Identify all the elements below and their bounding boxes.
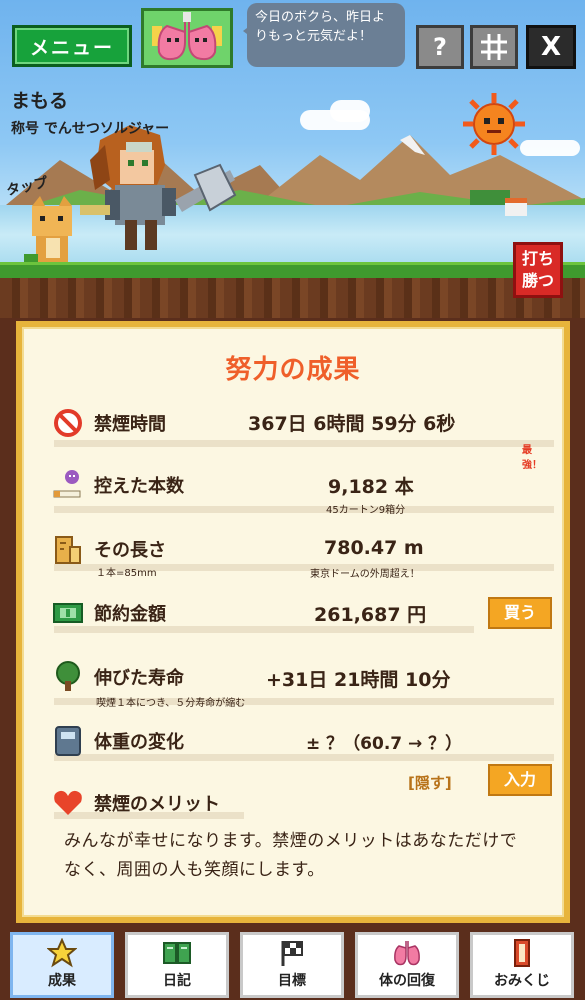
panel-inner: 努力の成果 禁煙時間 367日 6時間 59分 6秒 最強！ 控えた本数 9,1…: [22, 327, 564, 917]
nav-diary[interactable]: 日記: [125, 932, 229, 998]
carton-note: 45カートン9箱分: [326, 505, 406, 516]
sun-character: [463, 93, 525, 155]
row-label: 節約金額: [94, 604, 166, 625]
help-button[interactable]: ?: [416, 25, 464, 69]
quit-time-value: 367日 6時間 59分 6秒: [248, 413, 456, 435]
player-name: まもる: [11, 90, 69, 112]
lungs-icon: [152, 12, 222, 61]
share-x-button[interactable]: X: [526, 25, 576, 69]
nav-label: 日記: [163, 973, 191, 989]
nav-omikuji[interactable]: おみくじ: [470, 932, 574, 998]
bottom-nav: 成果 日記 目標 体の回復 おみくじ: [0, 927, 585, 1000]
fight-button[interactable]: 打ち勝つ: [513, 242, 563, 298]
achievement-panel: 努力の成果 禁煙時間 367日 6時間 59分 6秒 最強！ 控えた本数 9,1…: [13, 318, 573, 926]
menu-button[interactable]: メニュー: [12, 25, 132, 67]
row-length: その長さ １本=85mm 780.47 m 東京ドームの外周超え！: [52, 533, 554, 580]
per-cigarette-length: １本=85mm: [96, 568, 157, 579]
row-underline: [54, 626, 474, 633]
tree-icon: [56, 661, 80, 691]
nav-label: 成果: [48, 973, 76, 989]
row-underline: [54, 754, 554, 761]
row-underline: [54, 506, 554, 513]
buy-button[interactable]: 買う: [488, 597, 552, 629]
speech-bubble: 今日のボクら、昨日よりもっと元気だよ！: [243, 3, 405, 67]
row-label: 禁煙時間: [94, 414, 166, 435]
row-cigarettes-avoided: 控えた本数 9,182 本 45カートン9箱分: [52, 469, 554, 516]
row-label: 禁煙のメリット: [94, 794, 220, 815]
flag-icon: [281, 941, 303, 966]
dirt-strip: [0, 278, 585, 318]
length-value: 780.47 m: [324, 537, 424, 559]
merit-text: みんなが幸せになります。禁煙のメリットはあなただけでなく、周囲の人も笑顔にします…: [64, 831, 518, 880]
row-money-saved: 節約金額 261,687 円 買う: [52, 597, 552, 633]
nav-label: 目標: [278, 973, 306, 989]
lungs-mascot-button[interactable]: [141, 8, 233, 68]
row-label: 体重の変化: [94, 732, 184, 753]
money-icon: [53, 603, 83, 623]
row-quit-time: 禁煙時間 367日 6時間 59分 6秒 最強！: [52, 407, 554, 471]
row-label: その長さ: [94, 540, 166, 561]
money-saved-value: 261,687 円: [314, 604, 427, 626]
lungs-icon: [394, 941, 420, 966]
grid-icon: [481, 34, 507, 60]
cigarette-skull-icon: [53, 470, 81, 498]
row-weight-change: 体重の変化 ± ？（60.7 → ？）: [52, 725, 554, 761]
nav-label: 体の回復: [379, 973, 435, 989]
hero-character: [80, 125, 237, 250]
row-label: 伸びた寿命: [94, 668, 184, 689]
row-label: 控えた本数: [94, 476, 184, 497]
tokyo-dome-note: 東京ドームの外周超え！: [310, 569, 420, 580]
omikuji-icon: [514, 939, 530, 967]
strongest-note: 最強！: [522, 445, 542, 471]
row-underline: [54, 440, 554, 447]
nav-achievements[interactable]: 成果: [10, 932, 114, 998]
nav-body-recovery[interactable]: 体の回復: [355, 932, 459, 998]
row-merit: 禁煙のメリット: [52, 787, 542, 819]
weight-change-value: ± ？（60.7 → ？）: [306, 734, 463, 754]
heart-icon: [54, 790, 82, 815]
panel-title: 努力の成果: [225, 355, 361, 385]
nav-goals[interactable]: 目標: [240, 932, 344, 998]
no-smoking-icon: [54, 409, 82, 437]
star-icon: [47, 938, 77, 968]
scale-icon: [55, 726, 81, 756]
nav-label: おみくじ: [494, 973, 550, 989]
ruler-icon: [55, 536, 81, 564]
row-life-extended: 伸びた寿命 +31日 21時間 10分 喫煙１本につき、５分寿命が縮む: [52, 661, 554, 709]
cat-character: [24, 196, 72, 262]
x-logo-icon: X: [540, 32, 562, 62]
player-title: 称号 でんせつソルジャー: [11, 121, 170, 137]
life-note: 喫煙１本につき、５分寿命が縮む: [96, 698, 246, 709]
house: [505, 198, 527, 216]
cigarettes-avoided-value: 9,182 本: [328, 476, 414, 498]
life-extended-value: +31日 21時間 10分: [266, 669, 451, 691]
book-icon: [163, 942, 191, 964]
cloud: [330, 100, 370, 122]
grid-button[interactable]: [470, 25, 518, 69]
